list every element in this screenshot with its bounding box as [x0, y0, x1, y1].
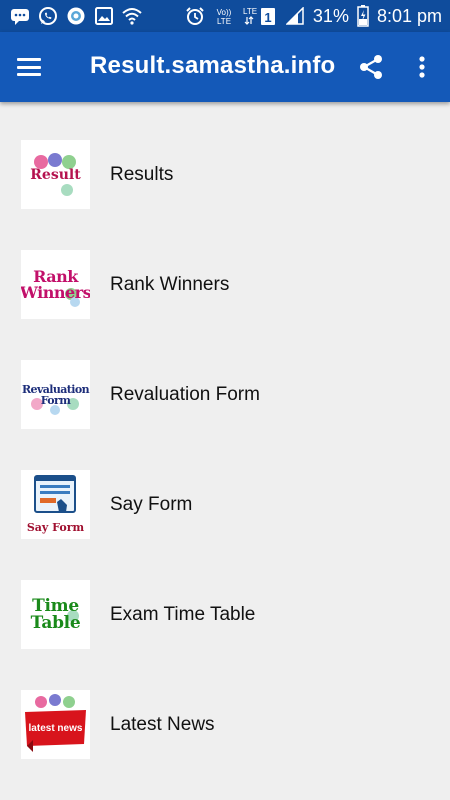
list-item-revaluation-form[interactable]: Revaluation Form Revaluation Form — [0, 322, 450, 432]
item-label: Exam Time Table — [110, 604, 256, 625]
app-title: Result.samastha.info — [90, 52, 336, 79]
status-time: 8:01 pm — [376, 5, 442, 26]
battery-percent: 31% — [312, 5, 349, 26]
svg-text:LTE: LTE — [217, 17, 231, 25]
thumb-text-line: Revaluation — [22, 382, 90, 396]
menu-line — [17, 58, 41, 61]
hamburger-menu-button[interactable] — [14, 53, 44, 81]
list-item-results[interactable]: Result Results — [0, 102, 450, 212]
item-label: Revaluation Form — [110, 384, 260, 405]
menu-line — [17, 65, 41, 69]
thumb-text-line: Time — [32, 595, 79, 616]
time-table-icon: Time Table — [21, 580, 90, 649]
status-notifications — [10, 6, 142, 26]
item-label: Rank Winners — [110, 274, 230, 295]
more-vert-icon — [419, 56, 425, 78]
thumb-text-line: latest news — [28, 722, 83, 734]
status-bar: Vo)) LTE LTE 1 31% 8:01 pm — [0, 0, 450, 32]
list-item-say-form[interactable]: Say Form Say Form — [0, 432, 450, 542]
rank-winners-icon: Rank Winners — [21, 250, 90, 319]
latest-news-icon: latest news — [21, 690, 90, 759]
wifi-icon — [122, 6, 142, 26]
svg-text:Vo)): Vo)) — [217, 8, 232, 17]
lte-signal-icon: LTE 1 — [243, 6, 277, 26]
thumb-text-line: Result — [30, 166, 81, 183]
menu-line — [17, 73, 41, 76]
status-system: Vo)) LTE LTE 1 31% 8:01 pm — [185, 5, 442, 27]
list-item-exam-time-table[interactable]: Time Table Exam Time Table — [0, 542, 450, 652]
share-button[interactable] — [356, 52, 386, 82]
app-bar: Result.samastha.info — [0, 32, 450, 102]
whatsapp-icon — [38, 6, 58, 26]
revaluation-form-icon: Revaluation Form — [21, 360, 90, 429]
alarm-icon — [185, 6, 205, 26]
gallery-icon — [94, 6, 114, 26]
item-label: Latest News — [110, 714, 215, 735]
signal-strength-icon — [285, 6, 305, 26]
app-circle-icon — [66, 6, 86, 26]
sim-number: 1 — [264, 10, 271, 25]
list-item-latest-news[interactable]: latest news Latest News — [0, 652, 450, 762]
thumb-text-line: Table — [30, 612, 81, 633]
say-form-icon: Say Form — [21, 470, 90, 539]
thumb-text-line: Form — [40, 393, 71, 407]
list-item-rank-winners[interactable]: Rank Winners Rank Winners — [0, 212, 450, 322]
thumb-text-line: Winners — [21, 282, 90, 302]
battery-icon — [357, 5, 369, 27]
thumb-text-line: Say Form — [26, 521, 85, 534]
item-label: Results — [110, 164, 174, 185]
share-icon — [360, 55, 382, 79]
results-icon: Result — [21, 140, 90, 209]
volte-icon: Vo)) LTE — [213, 6, 235, 26]
more-options-button[interactable] — [410, 52, 434, 82]
chat-bubble-icon — [10, 6, 30, 26]
item-label: Say Form — [110, 494, 193, 515]
lte-label: LTE — [243, 7, 257, 16]
